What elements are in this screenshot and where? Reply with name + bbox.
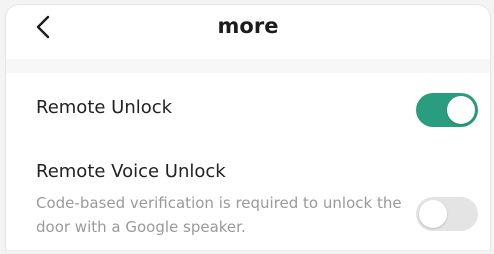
remote-voice-unlock-label: Remote Voice Unlock xyxy=(36,161,226,182)
remote-unlock-toggle[interactable] xyxy=(416,93,478,127)
remote-unlock-row: Remote Unlock xyxy=(6,87,490,131)
bottom-divider xyxy=(6,250,490,251)
remote-voice-unlock-toggle[interactable] xyxy=(416,197,478,231)
remote-unlock-label: Remote Unlock xyxy=(36,97,173,118)
settings-screen: more Remote Unlock Remote Voice Unlock C… xyxy=(5,4,491,251)
toggle-knob xyxy=(447,96,475,124)
remote-voice-unlock-row: Remote Voice Unlock Code-based verificat… xyxy=(6,153,490,251)
toggle-knob xyxy=(419,200,447,228)
header-bar: more xyxy=(6,5,490,57)
section-divider xyxy=(6,59,490,73)
page-title: more xyxy=(217,14,279,38)
remote-voice-unlock-description: Code-based verification is required to u… xyxy=(36,194,402,236)
